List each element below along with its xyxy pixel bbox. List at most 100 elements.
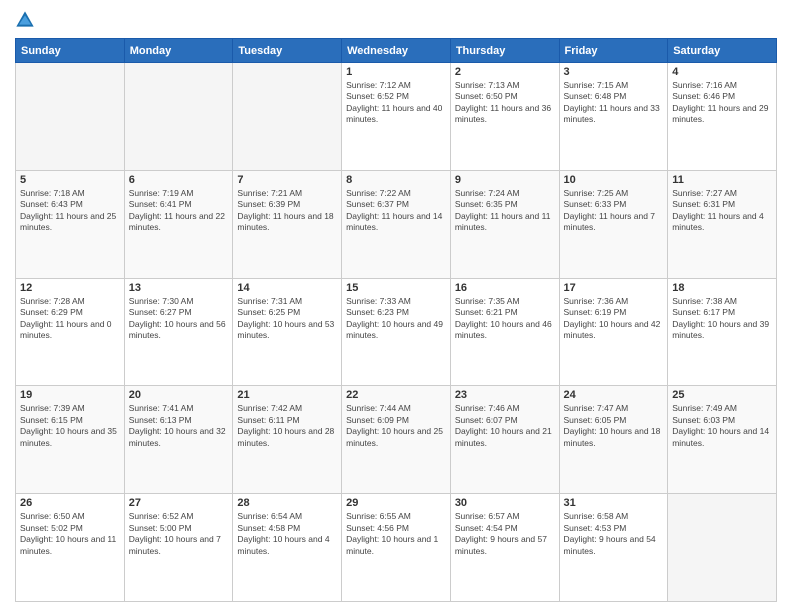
calendar-cell: 26 Sunrise: 6:50 AMSunset: 5:02 PMDayligh… — [16, 494, 125, 602]
calendar-cell: 11 Sunrise: 7:27 AMSunset: 6:31 PMDayligh… — [668, 170, 777, 278]
calendar-cell: 27Sunrise: 6:52 AMSunset: 5:00 PMDayligh… — [124, 494, 233, 602]
day-info: Sunrise: 7:30 AMSunset: 6:27 PMDaylight:… — [129, 296, 229, 342]
day-number: 13 — [129, 282, 229, 294]
day-info: Sunrise: 7:18 AMSunset: 6:43 PMDaylight:… — [20, 188, 120, 234]
day-info: Sunrise: 7:25 AMSunset: 6:33 PMDaylight:… — [564, 188, 664, 234]
calendar-cell — [233, 63, 342, 171]
day-number: 6 — [129, 174, 229, 186]
day-info: Sunrise: 6:55 AMSunset: 4:56 PMDaylight:… — [346, 511, 446, 557]
day-info: Sunrise: 6:54 AMSunset: 4:58 PMDaylight:… — [237, 511, 337, 557]
day-number: 10 — [564, 174, 664, 186]
week-row-1: 5 Sunrise: 7:18 AMSunset: 6:43 PMDaylight… — [16, 170, 777, 278]
logo-icon — [15, 10, 35, 30]
calendar-cell: 16 Sunrise: 7:35 AMSunset: 6:21 PMDayligh… — [450, 278, 559, 386]
calendar-cell — [668, 494, 777, 602]
day-info: Sunrise: 7:35 AMSunset: 6:21 PMDaylight:… — [455, 296, 555, 342]
calendar-cell: 20 Sunrise: 7:41 AMSunset: 6:13 PMDayligh… — [124, 386, 233, 494]
calendar-cell: 2 Sunrise: 7:13 AMSunset: 6:50 PMDaylight… — [450, 63, 559, 171]
calendar-cell: 5 Sunrise: 7:18 AMSunset: 6:43 PMDaylight… — [16, 170, 125, 278]
day-info: Sunrise: 6:57 AMSunset: 4:54 PMDaylight:… — [455, 511, 555, 557]
calendar-cell — [124, 63, 233, 171]
calendar-cell: 15Sunrise: 7:33 AMSunset: 6:23 PMDayligh… — [342, 278, 451, 386]
day-number: 8 — [346, 174, 446, 186]
day-number: 12 — [20, 282, 120, 294]
day-info: Sunrise: 7:36 AMSunset: 6:19 PMDaylight:… — [564, 296, 664, 342]
day-info: Sunrise: 7:38 AMSunset: 6:17 PMDaylight:… — [672, 296, 772, 342]
day-number: 27 — [129, 497, 229, 509]
day-info: Sunrise: 7:41 AMSunset: 6:13 PMDaylight:… — [129, 403, 229, 449]
calendar-cell: 29 Sunrise: 6:55 AMSunset: 4:56 PMDayligh… — [342, 494, 451, 602]
week-row-0: 1 Sunrise: 7:12 AMSunset: 6:52 PMDaylight… — [16, 63, 777, 171]
day-info: Sunrise: 7:13 AMSunset: 6:50 PMDaylight:… — [455, 80, 555, 126]
calendar-cell: 9 Sunrise: 7:24 AMSunset: 6:35 PMDaylight… — [450, 170, 559, 278]
week-row-4: 26 Sunrise: 6:50 AMSunset: 5:02 PMDayligh… — [16, 494, 777, 602]
col-header-saturday: Saturday — [668, 39, 777, 63]
day-number: 7 — [237, 174, 337, 186]
day-number: 25 — [672, 389, 772, 401]
day-info: Sunrise: 7:44 AMSunset: 6:09 PMDaylight:… — [346, 403, 446, 449]
day-number: 5 — [20, 174, 120, 186]
day-info: Sunrise: 7:12 AMSunset: 6:52 PMDaylight:… — [346, 80, 446, 126]
col-header-thursday: Thursday — [450, 39, 559, 63]
day-number: 1 — [346, 66, 446, 78]
day-number: 17 — [564, 282, 664, 294]
day-number: 29 — [346, 497, 446, 509]
calendar-cell: 13 Sunrise: 7:30 AMSunset: 6:27 PMDayligh… — [124, 278, 233, 386]
day-number: 26 — [20, 497, 120, 509]
day-info: Sunrise: 7:21 AMSunset: 6:39 PMDaylight:… — [237, 188, 337, 234]
day-number: 14 — [237, 282, 337, 294]
day-number: 31 — [564, 497, 664, 509]
logo — [15, 10, 39, 30]
calendar-cell: 28Sunrise: 6:54 AMSunset: 4:58 PMDayligh… — [233, 494, 342, 602]
calendar-cell: 19 Sunrise: 7:39 AMSunset: 6:15 PMDayligh… — [16, 386, 125, 494]
day-info: Sunrise: 7:22 AMSunset: 6:37 PMDaylight:… — [346, 188, 446, 234]
day-info: Sunrise: 7:24 AMSunset: 6:35 PMDaylight:… — [455, 188, 555, 234]
day-info: Sunrise: 7:42 AMSunset: 6:11 PMDaylight:… — [237, 403, 337, 449]
day-number: 2 — [455, 66, 555, 78]
calendar-cell: 3 Sunrise: 7:15 AMSunset: 6:48 PMDaylight… — [559, 63, 668, 171]
week-row-3: 19 Sunrise: 7:39 AMSunset: 6:15 PMDayligh… — [16, 386, 777, 494]
day-info: Sunrise: 6:58 AMSunset: 4:53 PMDaylight:… — [564, 511, 664, 557]
day-number: 15 — [346, 282, 446, 294]
calendar-cell: 17 Sunrise: 7:36 AMSunset: 6:19 PMDayligh… — [559, 278, 668, 386]
calendar-cell: 30 Sunrise: 6:57 AMSunset: 4:54 PMDayligh… — [450, 494, 559, 602]
calendar-cell: 22Sunrise: 7:44 AMSunset: 6:09 PMDayligh… — [342, 386, 451, 494]
calendar-cell — [16, 63, 125, 171]
day-number: 16 — [455, 282, 555, 294]
day-info: Sunrise: 6:50 AMSunset: 5:02 PMDaylight:… — [20, 511, 120, 557]
col-header-sunday: Sunday — [16, 39, 125, 63]
calendar-cell: 8 Sunrise: 7:22 AMSunset: 6:37 PMDaylight… — [342, 170, 451, 278]
day-info: Sunrise: 7:27 AMSunset: 6:31 PMDaylight:… — [672, 188, 772, 234]
day-info: Sunrise: 7:47 AMSunset: 6:05 PMDaylight:… — [564, 403, 664, 449]
day-info: Sunrise: 7:16 AMSunset: 6:46 PMDaylight:… — [672, 80, 772, 126]
col-header-wednesday: Wednesday — [342, 39, 451, 63]
calendar-cell: 10 Sunrise: 7:25 AMSunset: 6:33 PMDayligh… — [559, 170, 668, 278]
day-info: Sunrise: 7:28 AMSunset: 6:29 PMDaylight:… — [20, 296, 120, 342]
calendar-cell: 25Sunrise: 7:49 AMSunset: 6:03 PMDayligh… — [668, 386, 777, 494]
day-info: Sunrise: 7:39 AMSunset: 6:15 PMDaylight:… — [20, 403, 120, 449]
day-info: Sunrise: 7:31 AMSunset: 6:25 PMDaylight:… — [237, 296, 337, 342]
day-number: 20 — [129, 389, 229, 401]
calendar-cell: 12 Sunrise: 7:28 AMSunset: 6:29 PMDayligh… — [16, 278, 125, 386]
day-number: 9 — [455, 174, 555, 186]
day-number: 18 — [672, 282, 772, 294]
col-header-friday: Friday — [559, 39, 668, 63]
day-number: 24 — [564, 389, 664, 401]
calendar-cell: 18 Sunrise: 7:38 AMSunset: 6:17 PMDayligh… — [668, 278, 777, 386]
calendar-cell: 21Sunrise: 7:42 AMSunset: 6:11 PMDayligh… — [233, 386, 342, 494]
calendar-cell: 6 Sunrise: 7:19 AMSunset: 6:41 PMDaylight… — [124, 170, 233, 278]
day-info: Sunrise: 7:15 AMSunset: 6:48 PMDaylight:… — [564, 80, 664, 126]
day-number: 30 — [455, 497, 555, 509]
week-row-2: 12 Sunrise: 7:28 AMSunset: 6:29 PMDayligh… — [16, 278, 777, 386]
calendar-cell: 1 Sunrise: 7:12 AMSunset: 6:52 PMDaylight… — [342, 63, 451, 171]
calendar-cell: 31 Sunrise: 6:58 AMSunset: 4:53 PMDayligh… — [559, 494, 668, 602]
calendar-cell: 4Sunrise: 7:16 AMSunset: 6:46 PMDaylight… — [668, 63, 777, 171]
day-number: 11 — [672, 174, 772, 186]
calendar-table: SundayMondayTuesdayWednesdayThursdayFrid… — [15, 38, 777, 602]
col-header-monday: Monday — [124, 39, 233, 63]
day-info: Sunrise: 7:19 AMSunset: 6:41 PMDaylight:… — [129, 188, 229, 234]
day-number: 19 — [20, 389, 120, 401]
day-number: 3 — [564, 66, 664, 78]
calendar-cell: 7 Sunrise: 7:21 AMSunset: 6:39 PMDaylight… — [233, 170, 342, 278]
day-number: 23 — [455, 389, 555, 401]
